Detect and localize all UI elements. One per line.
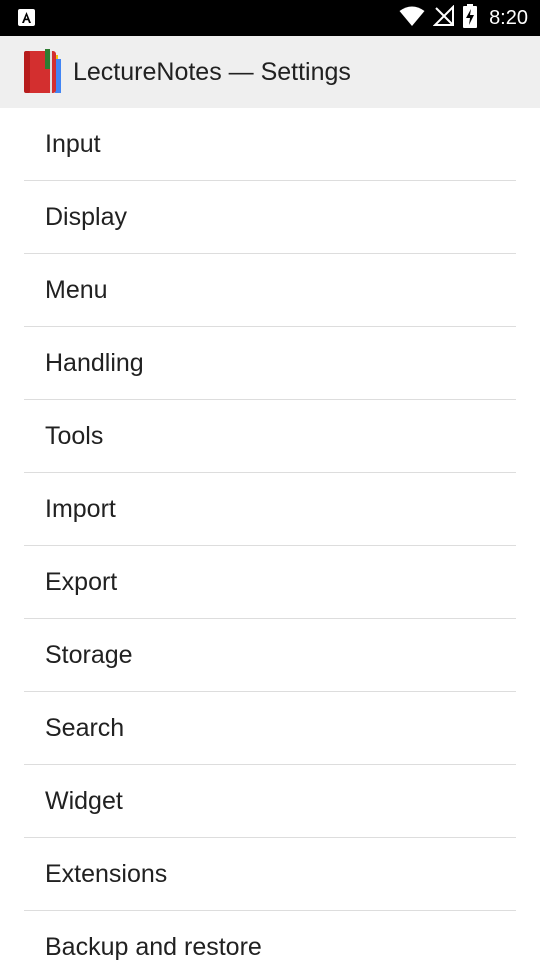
app-bar: LectureNotes — Settings [0,36,540,108]
wifi-icon [399,5,425,32]
settings-item-label: Menu [45,276,108,304]
page-title: LectureNotes — Settings [73,58,351,86]
settings-item-storage[interactable]: Storage [24,619,516,692]
settings-item-label: Tools [45,422,104,450]
settings-item-label: Display [45,203,127,231]
settings-item-menu[interactable]: Menu [24,254,516,327]
settings-item-import[interactable]: Import [24,473,516,546]
settings-item-label: Extensions [45,860,168,888]
status-time: 8:20 [489,6,528,29]
settings-item-label: Input [45,130,101,158]
settings-item-label: Search [45,714,125,742]
settings-item-label: Import [45,495,116,523]
settings-item-handling[interactable]: Handling [24,327,516,400]
accessibility-a-icon [18,9,35,26]
status-bar: 8:20 [0,0,540,36]
settings-item-display[interactable]: Display [24,181,516,254]
settings-item-tools[interactable]: Tools [24,400,516,473]
settings-item-label: Handling [45,349,144,377]
no-signal-icon [432,4,455,32]
settings-item-label: Storage [45,641,133,669]
settings-item-widget[interactable]: Widget [24,765,516,838]
settings-item-extensions[interactable]: Extensions [24,838,516,911]
lecturenotes-app-icon [20,49,64,95]
settings-item-label: Backup and restore [45,933,262,960]
settings-item-input[interactable]: Input [24,108,516,181]
settings-item-label: Export [45,568,118,596]
settings-item-label: Widget [45,787,123,815]
status-icons: 8:20 [399,0,528,36]
settings-item-search[interactable]: Search [24,692,516,765]
settings-item-export[interactable]: Export [24,546,516,619]
settings-list: Input Display Menu Handling Tools Import… [0,108,540,960]
settings-item-backup-and-restore[interactable]: Backup and restore [24,911,516,960]
battery-charging-icon [463,3,478,33]
